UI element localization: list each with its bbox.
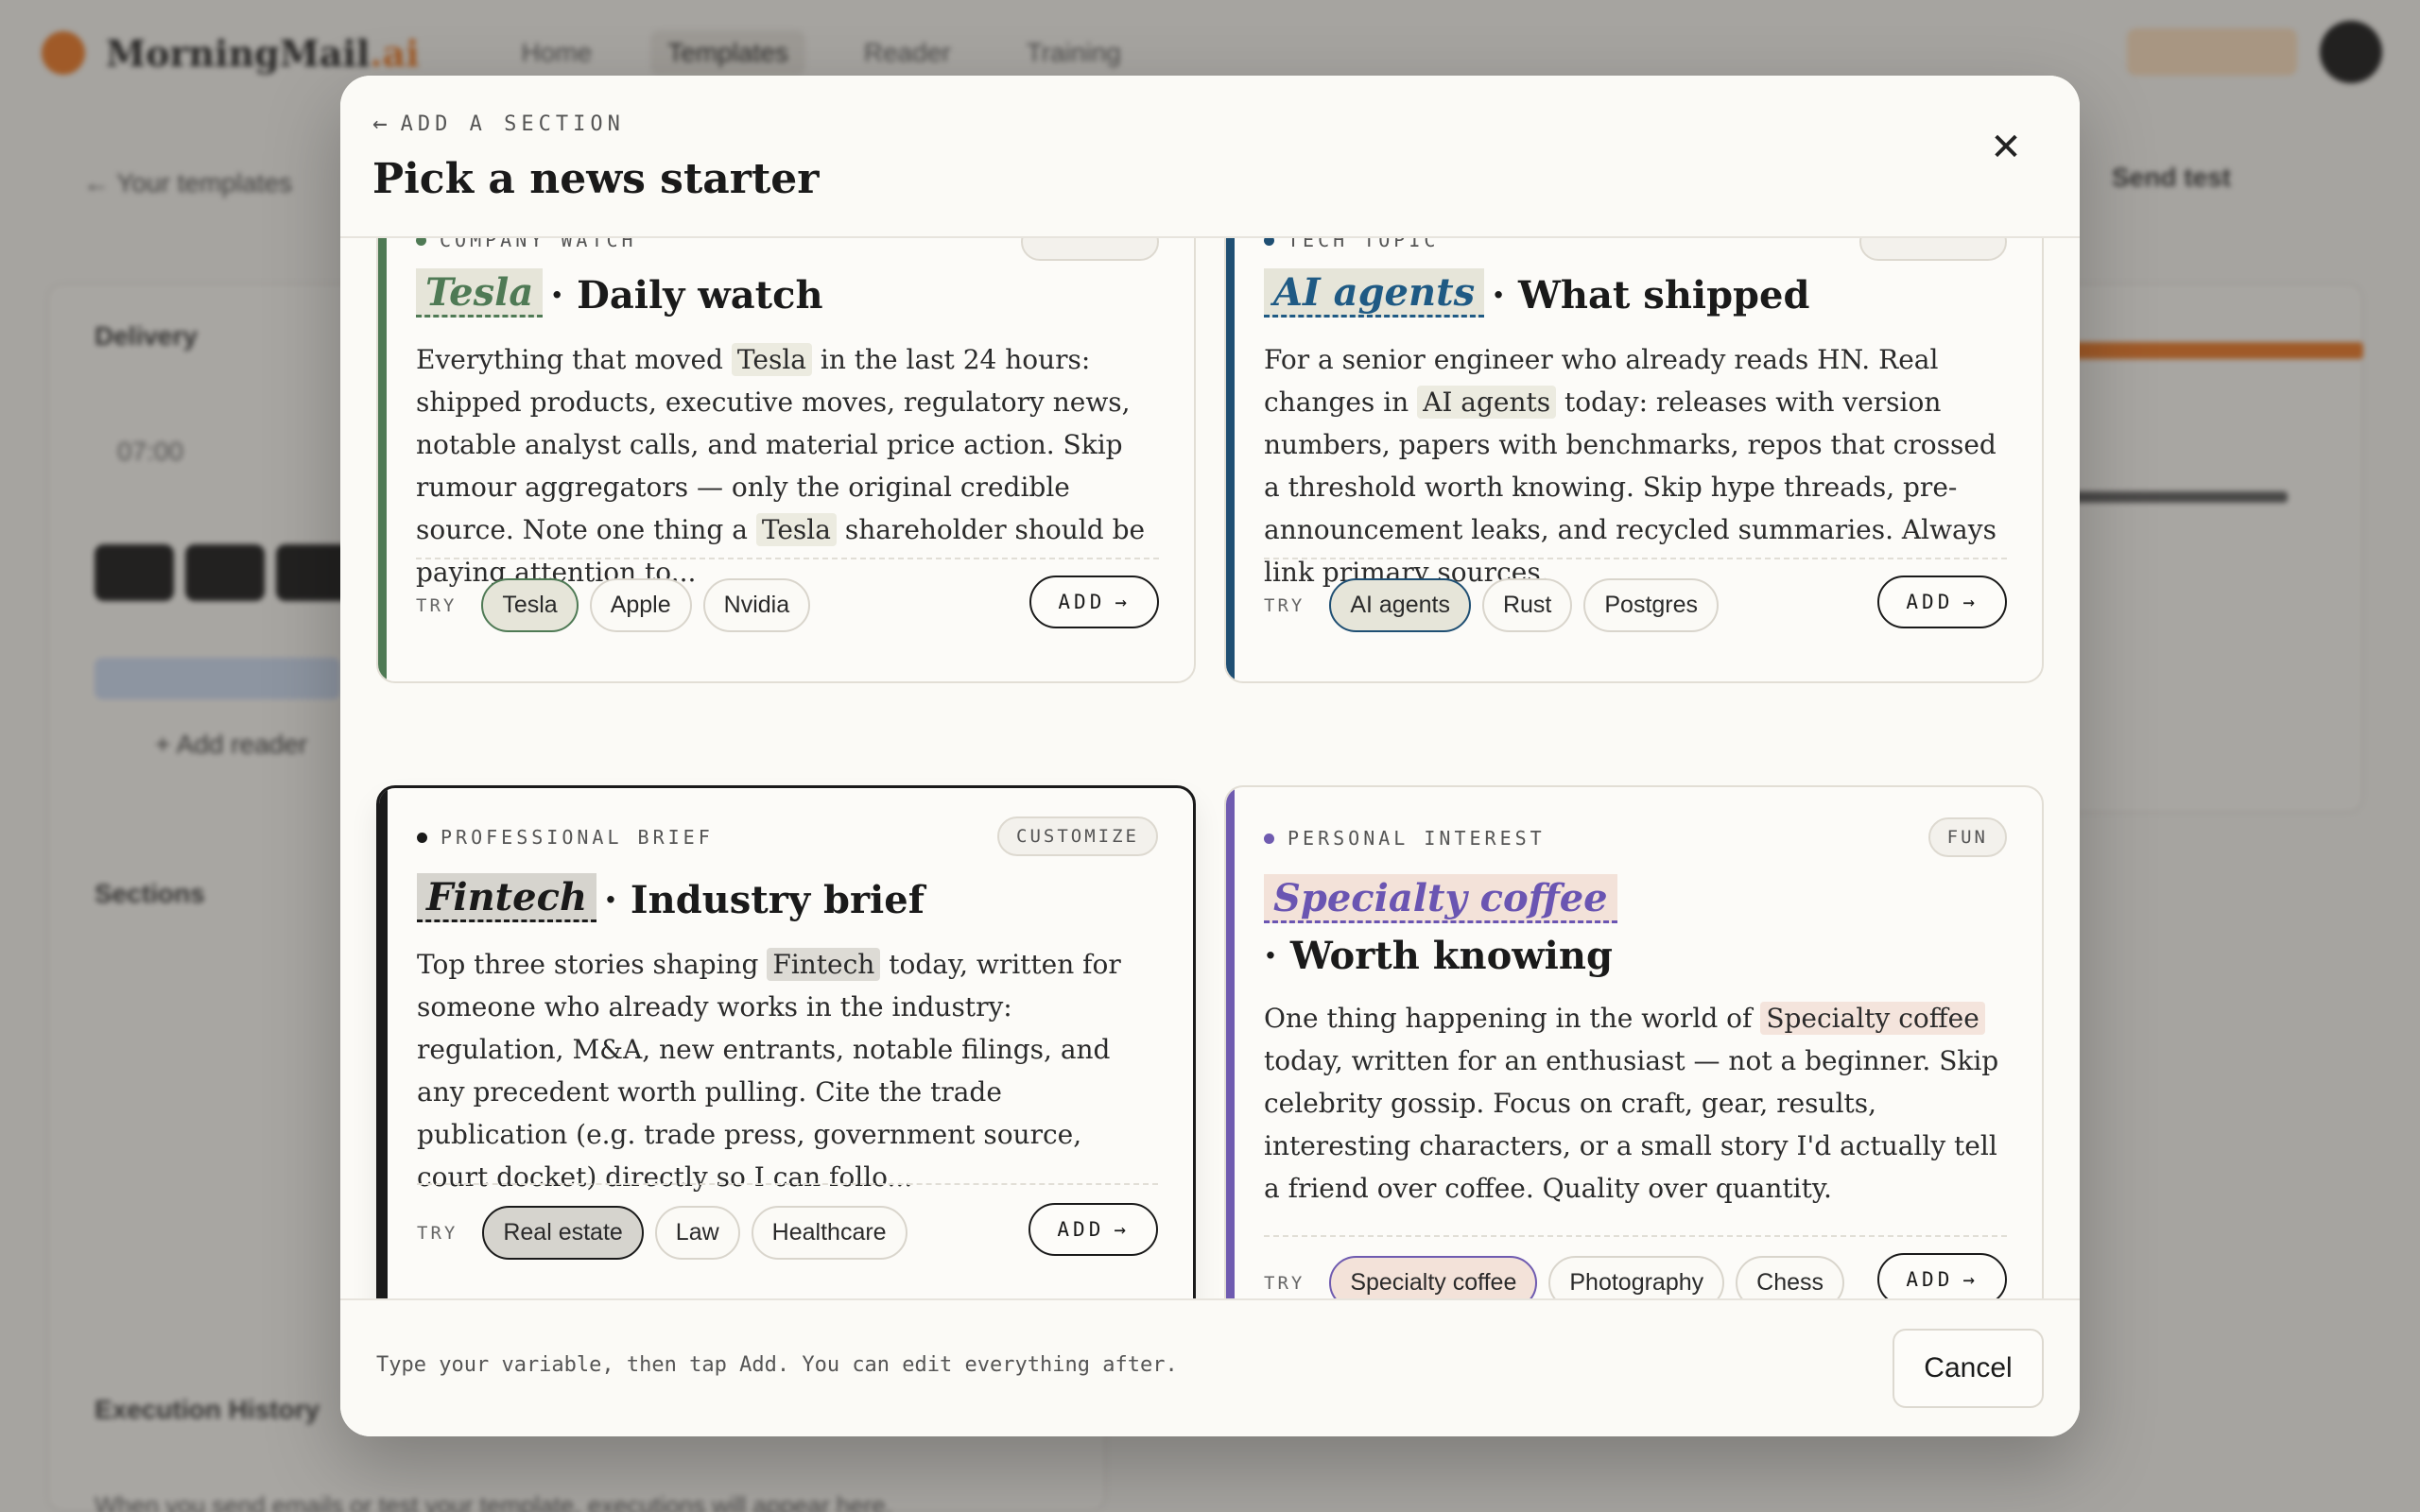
title-rest: Industry brief — [630, 878, 925, 922]
desc-variable: Tesla — [755, 513, 837, 546]
starter-card-personal-interest[interactable]: PERSONAL INTEREST FUN Specialty coffee ·… — [1224, 785, 2044, 1337]
desc-text: Top three stories shaping — [417, 949, 768, 980]
card-title: AI agents · What shipped — [1264, 268, 2007, 323]
add-label: ADD — [1057, 1218, 1105, 1241]
try-chip-real-estate[interactable]: Real estate — [482, 1206, 644, 1260]
title-rest: What shipped — [1517, 273, 1810, 318]
add-section-back-link[interactable]: ← ADD A SECTION — [372, 110, 625, 138]
cancel-button[interactable]: Cancel — [1893, 1329, 2044, 1408]
title-rest: Worth knowing — [1289, 934, 1613, 978]
try-chip-rust[interactable]: Rust — [1481, 578, 1573, 632]
desc-text: today, written for someone who already w… — [417, 949, 1121, 1193]
arrow-right-icon: → — [1115, 591, 1131, 613]
desc-variable: Fintech — [767, 948, 881, 981]
card-description: One thing happening in the world of Spec… — [1264, 997, 2007, 1210]
card-badge — [1859, 238, 2007, 261]
variable-token[interactable]: AI agents — [1264, 268, 1485, 318]
add-label: ADD — [1058, 591, 1106, 613]
add-button[interactable]: ADD → — [1028, 1203, 1158, 1256]
try-chip-tesla[interactable]: Tesla — [481, 578, 579, 632]
variable-token[interactable]: Tesla — [416, 268, 544, 318]
try-label: TRY — [416, 594, 458, 616]
desc-text: One thing happening in the world of — [1264, 1003, 1761, 1034]
eyebrow-label: TECH TOPIC — [1288, 238, 1440, 251]
fun-badge: FUN — [1927, 817, 2007, 857]
footer-hint: Type your variable, then tap Add. You ca… — [376, 1353, 1178, 1377]
eyebrow-label: COMPANY WATCH — [440, 238, 637, 251]
card-divider — [416, 558, 1159, 559]
card-eyebrow: PERSONAL INTEREST — [1264, 827, 1546, 850]
close-icon: ✕ — [1990, 127, 2022, 168]
eyebrow-dot-icon — [416, 238, 426, 246]
card-eyebrow: PROFESSIONAL BRIEF — [417, 826, 714, 849]
card-eyebrow: COMPANY WATCH — [416, 238, 637, 251]
add-label: ADD — [1906, 1268, 1954, 1291]
card-accent — [1226, 787, 1235, 1335]
add-label: ADD — [1906, 591, 1954, 613]
try-chip-law[interactable]: Law — [654, 1206, 740, 1260]
card-title: Fintech · Industry brief — [417, 873, 1158, 928]
card-title: Specialty coffee · Worth knowing — [1264, 874, 2007, 984]
try-chip-healthcare[interactable]: Healthcare — [751, 1206, 908, 1260]
desc-variable: Specialty coffee — [1760, 1002, 1985, 1035]
try-chip-ai-agents[interactable]: AI agents — [1329, 578, 1471, 632]
arrow-right-icon: → — [1962, 1268, 1979, 1291]
title-rest: Daily watch — [577, 273, 823, 318]
arrow-left-icon: ← — [372, 110, 388, 138]
arrow-right-icon: → — [1114, 1218, 1130, 1241]
eyebrow-dot-icon — [1264, 833, 1274, 844]
card-description: For a senior engineer who already reads … — [1264, 338, 2007, 593]
card-divider — [1264, 558, 2007, 559]
title-separator: · — [604, 878, 617, 922]
try-chip-apple[interactable]: Apple — [589, 578, 692, 632]
desc-text: Everything that moved — [416, 344, 732, 375]
starter-card-tech-topic[interactable]: TECH TOPIC AI agents · What shipped For a… — [1224, 238, 2044, 683]
title-separator: · — [1264, 934, 1277, 978]
back-link-label: ADD A SECTION — [400, 112, 625, 136]
starter-card-professional-brief[interactable]: PROFESSIONAL BRIEF CUSTOMIZE Fintech · In… — [376, 785, 1196, 1337]
card-accent — [379, 788, 388, 1334]
eyebrow-label: PROFESSIONAL BRIEF — [441, 826, 714, 849]
card-eyebrow: TECH TOPIC — [1264, 238, 1439, 251]
close-button[interactable]: ✕ — [1979, 121, 2032, 174]
card-divider — [417, 1183, 1158, 1185]
try-chip-postgres[interactable]: Postgres — [1583, 578, 1720, 632]
modal-header: ← ADD A SECTION Pick a news starter ✕ — [340, 76, 2080, 238]
title-separator: · — [1492, 273, 1506, 318]
title-separator: · — [550, 273, 564, 318]
variable-token[interactable]: Fintech — [417, 873, 597, 922]
card-badge — [1021, 238, 1159, 261]
modal-footer: Type your variable, then tap Add. You ca… — [340, 1298, 2080, 1436]
customize-badge[interactable]: CUSTOMIZE — [997, 816, 1158, 856]
starter-card-company-watch[interactable]: COMPANY WATCH Tesla · Daily watch Everyth… — [376, 238, 1196, 683]
card-description: Top three stories shaping Fintech today,… — [417, 943, 1158, 1198]
try-chip-nvidia[interactable]: Nvidia — [702, 578, 811, 632]
variable-token[interactable]: Specialty coffee — [1264, 874, 1617, 923]
starter-grid[interactable]: COMPANY WATCH Tesla · Daily watch Everyth… — [340, 238, 2080, 1372]
card-title: Tesla · Daily watch — [416, 268, 1159, 323]
card-divider — [1264, 1235, 2007, 1237]
card-accent — [378, 238, 387, 681]
try-label: TRY — [417, 1222, 458, 1244]
try-label: TRY — [1264, 1272, 1305, 1294]
add-button[interactable]: ADD → — [1029, 576, 1159, 628]
card-description: Everything that moved Tesla in the last … — [416, 338, 1159, 593]
news-starter-modal: ← ADD A SECTION Pick a news starter ✕ CO… — [340, 76, 2080, 1436]
add-button[interactable]: ADD → — [1877, 576, 2007, 628]
desc-variable: AI agents — [1417, 386, 1557, 419]
eyebrow-dot-icon — [1264, 238, 1274, 246]
eyebrow-label: PERSONAL INTEREST — [1288, 827, 1546, 850]
arrow-right-icon: → — [1962, 591, 1979, 613]
modal-title: Pick a news starter — [372, 155, 820, 203]
desc-text: today, written for an enthusiast — not a… — [1264, 1045, 1999, 1204]
try-label: TRY — [1264, 594, 1305, 616]
card-accent — [1226, 238, 1235, 681]
desc-variable: Tesla — [731, 343, 812, 376]
eyebrow-dot-icon — [417, 832, 427, 843]
